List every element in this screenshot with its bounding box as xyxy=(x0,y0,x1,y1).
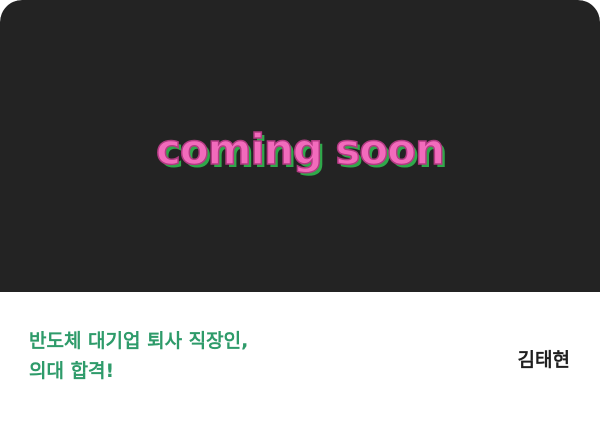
card-info: 반도체 대기업 퇴사 직장인, 의대 합격! 김태현 xyxy=(0,292,600,427)
story-card[interactable]: coming soon 반도체 대기업 퇴사 직장인, 의대 합격! 김태현 xyxy=(0,0,600,427)
card-headline[interactable]: 반도체 대기업 퇴사 직장인, 의대 합격! xyxy=(29,326,359,386)
headline-line-1: 반도체 대기업 퇴사 직장인, xyxy=(29,330,249,352)
coming-soon-banner: coming soon xyxy=(0,0,600,292)
author-name: 김태현 xyxy=(517,349,570,371)
headline-line-2: 의대 합격! xyxy=(29,360,115,382)
coming-soon-text: coming soon xyxy=(155,124,446,175)
